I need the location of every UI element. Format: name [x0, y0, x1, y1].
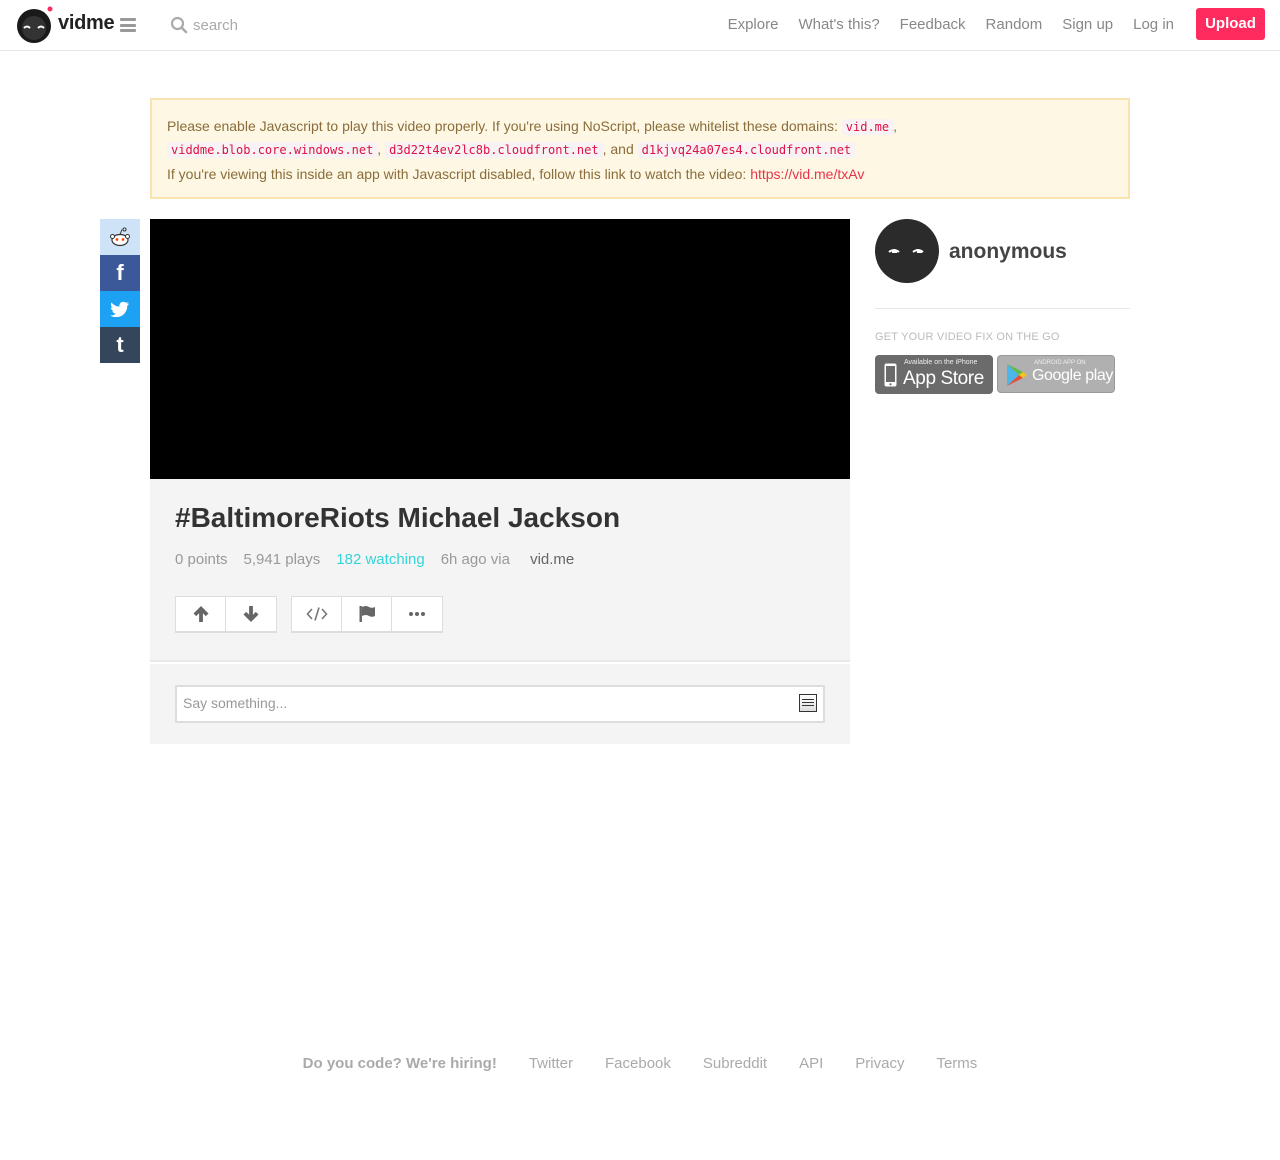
footer: Do you code? We're hiring! Twitter Faceb… — [0, 1055, 1280, 1072]
alert-domain: d3d22t4ev2lc8b.cloudfront.net — [385, 142, 603, 158]
vote-button-group — [175, 596, 277, 633]
comments-panel — [150, 664, 850, 744]
footer-privacy-link[interactable]: Privacy — [855, 1055, 904, 1072]
downvote-icon — [243, 606, 259, 622]
upload-button[interactable]: Upload — [1196, 8, 1265, 40]
footer-terms-link[interactable]: Terms — [936, 1055, 977, 1072]
app-store-text: App Store — [903, 368, 984, 389]
top-nav: Explore What's this? Feedback Random Sig… — [708, 16, 1174, 33]
anonymous-face-icon — [888, 249, 924, 253]
video-actions — [175, 596, 457, 633]
username[interactable]: anonymous — [949, 240, 1067, 264]
watching-count: 182 watching — [336, 551, 425, 568]
header: vidme Explore What's this? Feedback Rand… — [0, 0, 1280, 51]
tools-button-group — [291, 596, 443, 633]
upload-time: 6h ago via vid.me — [441, 551, 591, 568]
alert-app-text: If you're viewing this inside an app wit… — [167, 166, 747, 182]
more-options-button[interactable] — [392, 597, 442, 631]
facebook-icon: f — [116, 260, 124, 285]
video-player[interactable] — [150, 219, 850, 479]
search-input[interactable] — [188, 14, 388, 36]
alert-video-link[interactable]: https://vid.me/txAv — [750, 166, 864, 182]
upvote-icon — [193, 606, 208, 622]
nav-sign-up[interactable]: Sign up — [1062, 16, 1113, 33]
more-icon — [409, 612, 425, 616]
footer-twitter-link[interactable]: Twitter — [529, 1055, 573, 1072]
alert-domain: vid.me — [841, 119, 894, 135]
footer-api-link[interactable]: API — [799, 1055, 823, 1072]
app-store-small-text: Available on the iPhone — [904, 359, 978, 366]
video-title: #BaltimoreRiots Michael Jackson — [175, 502, 621, 533]
plays-count: 5,941 plays — [243, 551, 321, 568]
alert-text: Please enable Javascript to play this vi… — [167, 118, 838, 134]
footer-facebook-link[interactable]: Facebook — [605, 1055, 671, 1072]
flag-icon — [359, 606, 375, 622]
nav-whats-this[interactable]: What's this? — [798, 16, 879, 33]
nav-log-in[interactable]: Log in — [1133, 16, 1174, 33]
alert-line-1: Please enable Javascript to play this vi… — [167, 118, 898, 135]
alert-domain: d1kjvq24a07es4.cloudfront.net — [637, 142, 856, 158]
reddit-share-button[interactable] — [100, 219, 140, 255]
hiring-link[interactable]: Do you code? We're hiring! — [303, 1055, 497, 1072]
google-play-small-text: ANDROID APP ON — [1034, 360, 1086, 366]
avatar[interactable] — [875, 219, 939, 283]
mobile-apps-label: GET YOUR VIDEO FIX ON THE GO — [875, 331, 1060, 343]
alert-line-2: viddme.blob.core.windows.net, d3d22t4ev2… — [167, 138, 1113, 161]
noscript-alert: Please enable Javascript to play this vi… — [150, 98, 1130, 199]
footer-subreddit-link[interactable]: Subreddit — [703, 1055, 767, 1072]
upvote-button[interactable] — [176, 597, 226, 631]
share-bar: f t — [100, 219, 140, 363]
twitter-share-button[interactable] — [100, 291, 140, 327]
embed-icon — [305, 607, 328, 621]
video-meta: 0 points 5,941 plays 182 watching 6h ago… — [175, 551, 606, 568]
sidebar-divider — [875, 308, 1130, 309]
points-count: 0 points — [175, 551, 228, 568]
nav-feedback[interactable]: Feedback — [900, 16, 966, 33]
vidme-logo-icon[interactable] — [16, 6, 54, 44]
reddit-icon — [110, 227, 130, 247]
alert-and-text: , and — [602, 141, 634, 157]
downvote-button[interactable] — [226, 597, 276, 631]
comment-input[interactable] — [183, 695, 773, 711]
tumblr-icon: t — [116, 332, 124, 357]
facebook-share-button[interactable]: f — [100, 255, 140, 291]
tumblr-share-button[interactable]: t — [100, 327, 140, 363]
app-store-button[interactable]: Available on the iPhone App Store — [875, 355, 993, 394]
alert-line-3: If you're viewing this inside an app wit… — [167, 163, 1113, 185]
comment-menu-icon[interactable] — [799, 694, 817, 712]
iphone-icon — [884, 363, 897, 387]
upload-time-text: 6h ago via — [440, 551, 510, 568]
nav-random[interactable]: Random — [986, 16, 1043, 33]
brand-name[interactable]: vidme — [58, 12, 115, 35]
via-link[interactable]: vid.me — [530, 551, 574, 568]
twitter-icon — [110, 301, 129, 317]
video-info-panel: #BaltimoreRiots Michael Jackson 0 points… — [150, 479, 850, 662]
google-play-icon — [1007, 364, 1027, 386]
hamburger-menu-icon[interactable] — [120, 18, 136, 32]
google-play-button[interactable]: ANDROID APP ON Google play — [997, 355, 1115, 393]
nav-explore[interactable]: Explore — [728, 16, 779, 33]
comment-box — [175, 685, 825, 723]
google-play-text: Google play — [1032, 367, 1113, 384]
embed-button[interactable] — [292, 597, 342, 631]
alert-domain: viddme.blob.core.windows.net — [167, 142, 378, 158]
flag-button[interactable] — [342, 597, 392, 631]
search-icon — [170, 16, 188, 34]
